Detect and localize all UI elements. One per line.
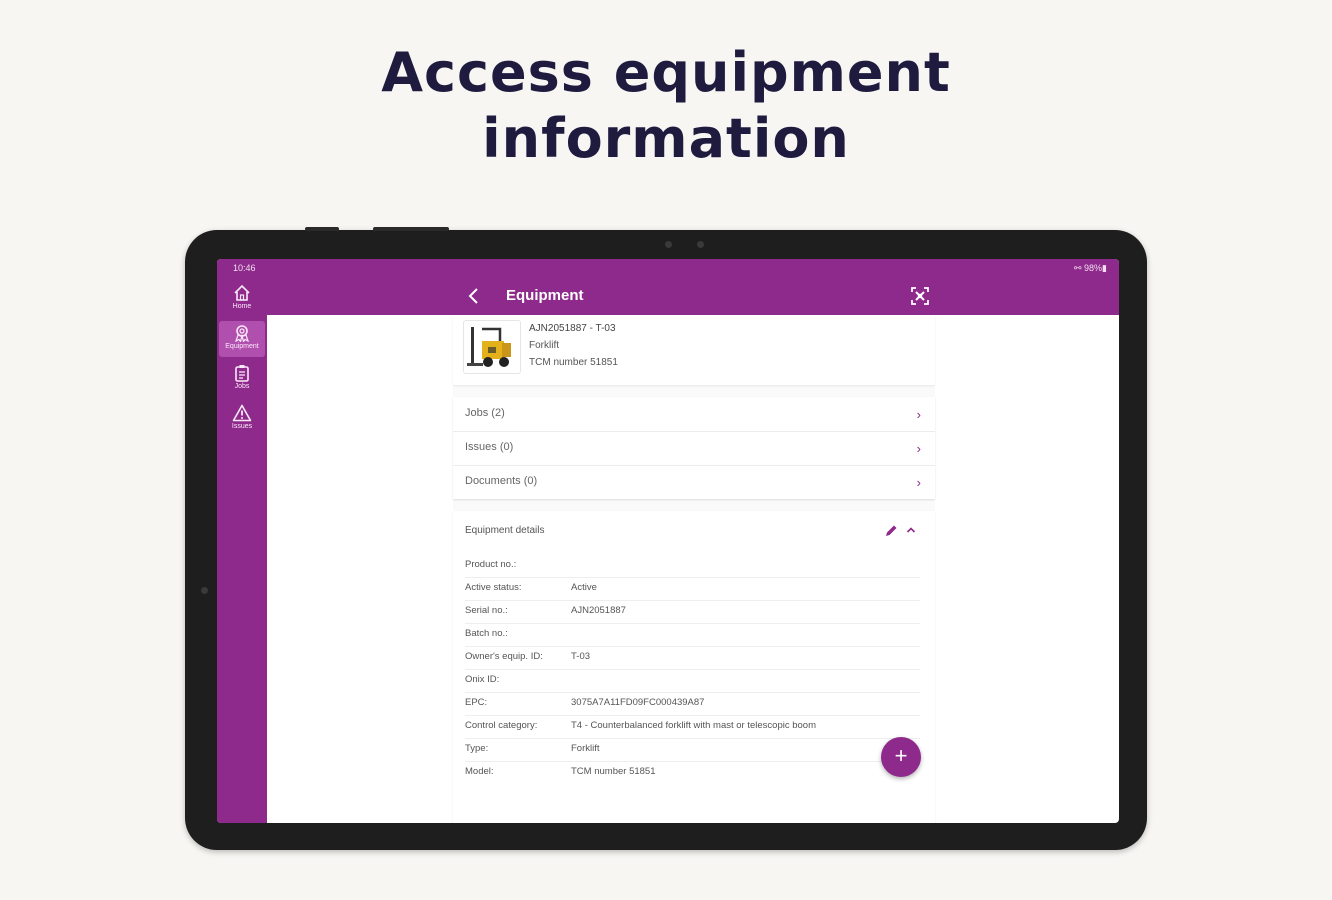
rail-item-equipment[interactable]: Equipment	[219, 321, 265, 357]
details-title: Equipment details	[465, 525, 545, 536]
detail-key: Type:	[465, 743, 489, 754]
home-icon	[234, 284, 250, 301]
add-button[interactable]: +	[881, 737, 921, 777]
side-sensor-dot	[201, 587, 208, 594]
app-bar: Equipment	[267, 277, 1119, 315]
tablet-frame: 10:46 ⚯ 98%▮ Home Equipment Jobs Issues …	[185, 227, 1147, 850]
chevron-right-icon: ›	[916, 475, 921, 490]
detail-value: TCM number 51851	[571, 766, 656, 777]
detail-row-active-status: Active status: Active	[465, 577, 920, 601]
detail-value: AJN2051887	[571, 605, 626, 616]
detail-row-onix-id: Onix ID:	[465, 669, 920, 693]
detail-key: Serial no.:	[465, 605, 508, 616]
status-battery: ⚯ 98%▮	[1073, 263, 1107, 273]
content-panel: AJN2051887 - T-03 Forklift TCM number 51…	[453, 315, 935, 823]
chevron-right-icon: ›	[916, 407, 921, 422]
detail-value: Forklift	[571, 743, 600, 754]
equipment-type: Forklift	[529, 340, 559, 351]
sensor-dot	[697, 241, 704, 248]
status-time: 10:46	[233, 263, 256, 273]
headline-line-2: information	[482, 107, 850, 170]
detail-key: Control category:	[465, 720, 538, 731]
forklift-image	[463, 320, 521, 374]
detail-value: Active	[571, 582, 597, 593]
headline-line-1: Access equipment	[381, 41, 951, 104]
edit-pencil-icon[interactable]	[883, 523, 899, 539]
detail-row-model: Model: TCM number 51851	[465, 761, 920, 784]
clipboard-icon	[235, 365, 249, 382]
equipment-details-card: Equipment details Product no.: Active st…	[453, 511, 935, 823]
volume-button	[305, 227, 339, 231]
detail-key: Active status:	[465, 582, 522, 593]
warning-icon	[232, 404, 252, 422]
detail-row-owner-equip-id: Owner's equip. ID: T-03	[465, 646, 920, 670]
rail-item-issues[interactable]: Issues	[219, 401, 265, 437]
nav-row-issues[interactable]: Issues (0) ›	[453, 431, 935, 466]
rail-label-equipment: Equipment	[225, 343, 259, 350]
rail-item-jobs[interactable]: Jobs	[219, 361, 265, 397]
app-screen: 10:46 ⚯ 98%▮ Home Equipment Jobs Issues …	[217, 259, 1119, 823]
nav-label-documents: Documents (0)	[465, 475, 538, 487]
nav-row-jobs[interactable]: Jobs (2) ›	[453, 397, 935, 432]
detail-row-type: Type: Forklift	[465, 738, 920, 762]
detail-row-serial-no: Serial no.: AJN2051887	[465, 600, 920, 624]
detail-value: 3075A7A11FD09FC000439A87	[571, 697, 705, 708]
nav-label-jobs: Jobs (2)	[465, 407, 505, 419]
equipment-title: AJN2051887 - T-03	[529, 323, 616, 334]
rail-item-home[interactable]: Home	[219, 281, 265, 317]
nav-row-documents[interactable]: Documents (0) ›	[453, 465, 935, 499]
detail-key: Batch no.:	[465, 628, 508, 639]
page-title: Equipment	[506, 287, 584, 304]
equipment-model: TCM number 51851	[529, 357, 618, 368]
rail-label-home: Home	[232, 303, 252, 310]
detail-key: Owner's equip. ID:	[465, 651, 543, 662]
headline: Access equipment information	[0, 40, 1332, 172]
forklift-icon	[467, 327, 511, 367]
navigation-rail: Home Equipment Jobs Issues	[217, 277, 267, 823]
status-bar: 10:46 ⚯ 98%▮	[217, 259, 1119, 277]
equipment-summary-card[interactable]: AJN2051887 - T-03 Forklift TCM number 51…	[453, 315, 935, 385]
detail-row-epc: EPC: 3075A7A11FD09FC000439A87	[465, 692, 920, 716]
rail-label-jobs: Jobs	[234, 383, 250, 390]
detail-key: Onix ID:	[465, 674, 500, 685]
detail-key: EPC:	[465, 697, 488, 708]
related-items-card: Jobs (2) › Issues (0) › Documents (0) ›	[453, 397, 935, 499]
equipment-summary: AJN2051887 - T-03 Forklift TCM number 51…	[529, 320, 618, 371]
detail-key: Model:	[465, 766, 494, 777]
detail-row-batch-no: Batch no.:	[465, 623, 920, 647]
equipment-icon	[235, 325, 249, 342]
detail-row-product-no: Product no.:	[465, 554, 920, 578]
power-button	[373, 227, 449, 231]
detail-value: T-03	[571, 651, 591, 662]
chevron-up-icon[interactable]	[905, 524, 917, 536]
nav-label-issues: Issues (0)	[465, 441, 514, 453]
chevron-right-icon: ›	[916, 441, 921, 456]
camera-dot	[665, 241, 672, 248]
back-arrow-icon[interactable]	[467, 286, 481, 306]
detail-value: T4 - Counterbalanced forklift with mast …	[571, 720, 816, 731]
detail-key: Product no.:	[465, 559, 517, 570]
scan-icon[interactable]	[910, 286, 930, 306]
rail-label-issues: Issues	[231, 423, 253, 430]
detail-row-control-category: Control category: T4 - Counterbalanced f…	[465, 715, 920, 739]
